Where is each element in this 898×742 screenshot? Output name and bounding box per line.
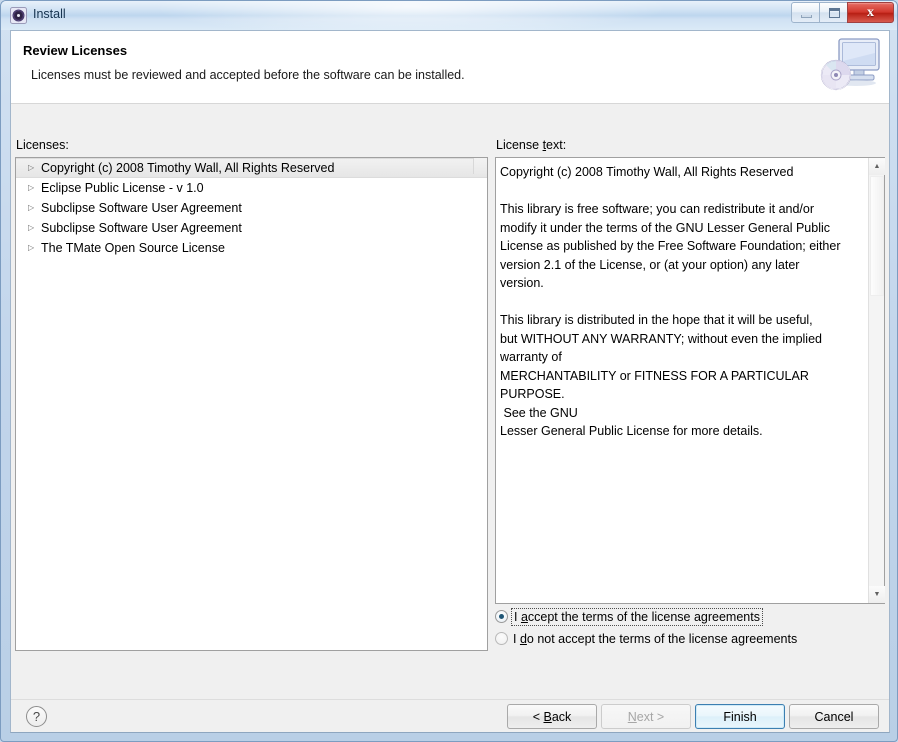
license-tree-item-label: Copyright (c) 2008 Timothy Wall, All Rig…	[41, 161, 334, 175]
licenses-tree[interactable]: ▷Copyright (c) 2008 Timothy Wall, All Ri…	[15, 157, 488, 651]
finish-button-label: Finish	[723, 710, 756, 724]
accept-license-radio[interactable]: I accept the terms of the license agreem…	[495, 607, 761, 626]
scrollbar-thumb[interactable]	[870, 176, 884, 296]
license-text-label: License text:	[496, 138, 566, 152]
license-tree-item[interactable]: ▷Copyright (c) 2008 Timothy Wall, All Ri…	[16, 158, 487, 178]
minimize-icon	[801, 15, 812, 18]
decline-label-mnemonic: d	[520, 632, 527, 646]
window-controls: x	[792, 2, 894, 24]
license-text-label-mnemonic: t	[543, 138, 546, 152]
scroll-down-arrow-icon[interactable]: ▼	[869, 586, 885, 603]
next-button: Next >	[601, 704, 691, 729]
expand-arrow-icon[interactable]: ▷	[25, 184, 41, 192]
minimize-button[interactable]	[791, 2, 820, 23]
cancel-button[interactable]: Cancel	[789, 704, 879, 729]
window-titlebar[interactable]: Install x	[1, 1, 897, 30]
install-wizard-window: Install x Review Licenses Licenses must …	[0, 0, 898, 742]
expand-arrow-icon[interactable]: ▷	[25, 224, 41, 232]
help-button[interactable]: ?	[26, 706, 47, 727]
decline-label-suffix: o not accept the terms of the license ag…	[527, 632, 797, 646]
license-tree-item[interactable]: ▷Subclipse Software User Agreement	[16, 198, 487, 218]
wizard-body: Licenses: ▷Copyright (c) 2008 Timothy Wa…	[11, 104, 889, 699]
help-icon: ?	[33, 709, 40, 724]
next-button-label: Next >	[628, 710, 664, 724]
license-tree-item-label: Subclipse Software User Agreement	[41, 221, 242, 235]
finish-button[interactable]: Finish	[695, 704, 785, 729]
license-text-panel[interactable]: Copyright (c) 2008 Timothy Wall, All Rig…	[495, 157, 885, 604]
accept-label-suffix: ccept the terms of the license agreement…	[528, 610, 760, 624]
license-tree-item[interactable]: ▷Subclipse Software User Agreement	[16, 218, 487, 238]
license-text-content: Copyright (c) 2008 Timothy Wall, All Rig…	[496, 158, 869, 603]
computer-with-disc-icon	[816, 35, 882, 99]
cancel-button-label: Cancel	[815, 710, 854, 724]
license-tree-item-label: Subclipse Software User Agreement	[41, 201, 242, 215]
decline-license-radio[interactable]: I do not accept the terms of the license…	[495, 629, 797, 648]
wizard-footer: ? < Back Next > Finish Cancel	[11, 699, 889, 732]
close-button[interactable]: x	[847, 2, 894, 23]
license-tree-item-label: Eclipse Public License - v 1.0	[41, 181, 204, 195]
license-text-scrollbar[interactable]: ▲ ▼	[868, 158, 884, 603]
maximize-icon	[829, 8, 840, 18]
back-button[interactable]: < Back	[507, 704, 597, 729]
titlebar-sheen	[151, 1, 671, 30]
install-disc-icon	[10, 7, 27, 24]
decline-label-prefix: I	[513, 632, 520, 646]
page-title: Review Licenses	[23, 43, 127, 58]
close-icon: x	[848, 5, 893, 21]
expand-arrow-icon[interactable]: ▷	[25, 204, 41, 212]
window-title: Install	[33, 7, 66, 21]
license-tree-item-label: The TMate Open Source License	[41, 241, 225, 255]
page-description: Licenses must be reviewed and accepted b…	[31, 68, 465, 82]
radio-selected-icon	[495, 610, 508, 623]
scroll-up-arrow-icon[interactable]: ▲	[869, 158, 885, 175]
licenses-label: Licenses:	[16, 138, 69, 152]
wizard-client-area: Review Licenses Licenses must be reviewe…	[10, 30, 890, 733]
maximize-button[interactable]	[819, 2, 848, 23]
accept-label-prefix: I	[514, 610, 521, 624]
expand-arrow-icon[interactable]: ▷	[25, 244, 41, 252]
wizard-header: Review Licenses Licenses must be reviewe…	[11, 31, 889, 104]
back-button-label: < Back	[533, 710, 572, 724]
accept-label-mnemonic: a	[521, 610, 528, 624]
licenses-tree-rows: ▷Copyright (c) 2008 Timothy Wall, All Ri…	[16, 158, 487, 258]
decline-license-label: I do not accept the terms of the license…	[513, 632, 797, 646]
tree-scrollbar-stub[interactable]	[473, 158, 487, 174]
license-tree-item[interactable]: ▷The TMate Open Source License	[16, 238, 487, 258]
accept-license-label: I accept the terms of the license agreem…	[513, 610, 761, 624]
license-tree-item[interactable]: ▷Eclipse Public License - v 1.0	[16, 178, 487, 198]
wizard-button-row: < Back Next > Finish Cancel	[507, 704, 879, 729]
radio-unselected-icon	[495, 632, 508, 645]
expand-arrow-icon[interactable]: ▷	[25, 164, 41, 172]
